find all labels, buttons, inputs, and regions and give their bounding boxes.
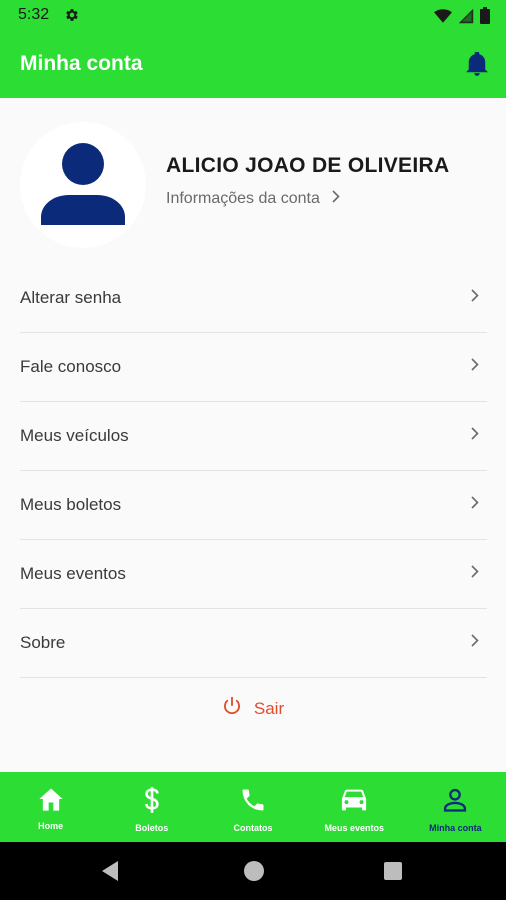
recent-apps-icon[interactable] bbox=[384, 862, 402, 880]
nav-label: Minha conta bbox=[429, 823, 482, 833]
menu-item-meus-eventos[interactable]: Meus eventos bbox=[20, 540, 487, 609]
system-nav-bar bbox=[0, 842, 506, 900]
nav-label: Boletos bbox=[135, 823, 169, 833]
chevron-right-icon bbox=[471, 427, 479, 445]
chevron-right-icon bbox=[471, 565, 479, 583]
nav-label: Home bbox=[38, 821, 64, 831]
nav-item-boletos[interactable]: Boletos bbox=[101, 772, 202, 842]
car-icon bbox=[339, 786, 369, 819]
menu-item-label: Meus veículos bbox=[20, 426, 129, 445]
account-info-link[interactable]: Informações da conta bbox=[166, 190, 340, 208]
user-name: ALICIO JOAO DE OLIVEIRA bbox=[166, 154, 450, 177]
menu-item-label: Fale conosco bbox=[20, 357, 122, 376]
chevron-right-icon bbox=[471, 496, 479, 514]
app-bar: Minha conta bbox=[0, 32, 506, 98]
nav-item-minha-conta[interactable]: Minha conta bbox=[405, 772, 506, 842]
menu-item-meus-veiculos[interactable]: Meus veículos bbox=[20, 402, 487, 471]
wifi-icon bbox=[434, 8, 452, 29]
menu-item-label: Alterar senha bbox=[20, 288, 122, 307]
chevron-right-icon bbox=[332, 190, 340, 208]
nav-label: Contatos bbox=[233, 823, 273, 833]
profile-section: ALICIO JOAO DE OLIVEIRA Informações da c… bbox=[0, 98, 506, 262]
nav-item-home[interactable]: Home bbox=[0, 772, 101, 842]
menu-item-sobre[interactable]: Sobre bbox=[20, 609, 487, 678]
dollar-icon bbox=[142, 786, 162, 819]
notification-bell-icon[interactable] bbox=[466, 51, 488, 81]
menu-item-alterar-senha[interactable]: Alterar senha bbox=[20, 264, 487, 333]
menu-item-meus-boletos[interactable]: Meus boletos bbox=[20, 471, 487, 540]
account-info-label: Informações da conta bbox=[166, 190, 320, 207]
nav-item-contatos[interactable]: Contatos bbox=[202, 772, 303, 842]
menu-item-label: Meus boletos bbox=[20, 495, 122, 514]
menu-item-label: Sobre bbox=[20, 633, 66, 652]
home-icon bbox=[37, 786, 65, 817]
status-bar: 5:32 bbox=[0, 0, 506, 32]
person-avatar-icon bbox=[41, 143, 125, 225]
chevron-right-icon bbox=[471, 358, 479, 376]
avatar bbox=[20, 122, 146, 248]
chevron-right-icon bbox=[471, 289, 479, 307]
logout-button[interactable]: Sair bbox=[0, 696, 506, 721]
menu-item-fale-conosco[interactable]: Fale conosco bbox=[20, 333, 487, 402]
power-icon bbox=[222, 696, 242, 721]
logout-label: Sair bbox=[253, 698, 285, 718]
home-circle-icon[interactable] bbox=[244, 861, 264, 881]
settings-gear-icon bbox=[64, 7, 80, 28]
page-title: Minha conta bbox=[20, 52, 143, 75]
status-time: 5:32 bbox=[18, 6, 50, 23]
back-icon[interactable] bbox=[100, 860, 120, 887]
person-icon bbox=[441, 786, 469, 819]
battery-icon bbox=[480, 7, 490, 29]
chevron-right-icon bbox=[471, 634, 479, 652]
phone-icon bbox=[239, 786, 267, 819]
signal-icon bbox=[458, 8, 474, 29]
menu-item-label: Meus eventos bbox=[20, 564, 126, 583]
nav-item-meus-eventos[interactable]: Meus eventos bbox=[304, 772, 405, 842]
nav-label: Meus eventos bbox=[324, 823, 384, 833]
bottom-nav: Home Boletos Contatos Meus eventos Minha… bbox=[0, 772, 506, 842]
account-menu: Alterar senha Fale conosco Meus veículos… bbox=[20, 264, 487, 678]
